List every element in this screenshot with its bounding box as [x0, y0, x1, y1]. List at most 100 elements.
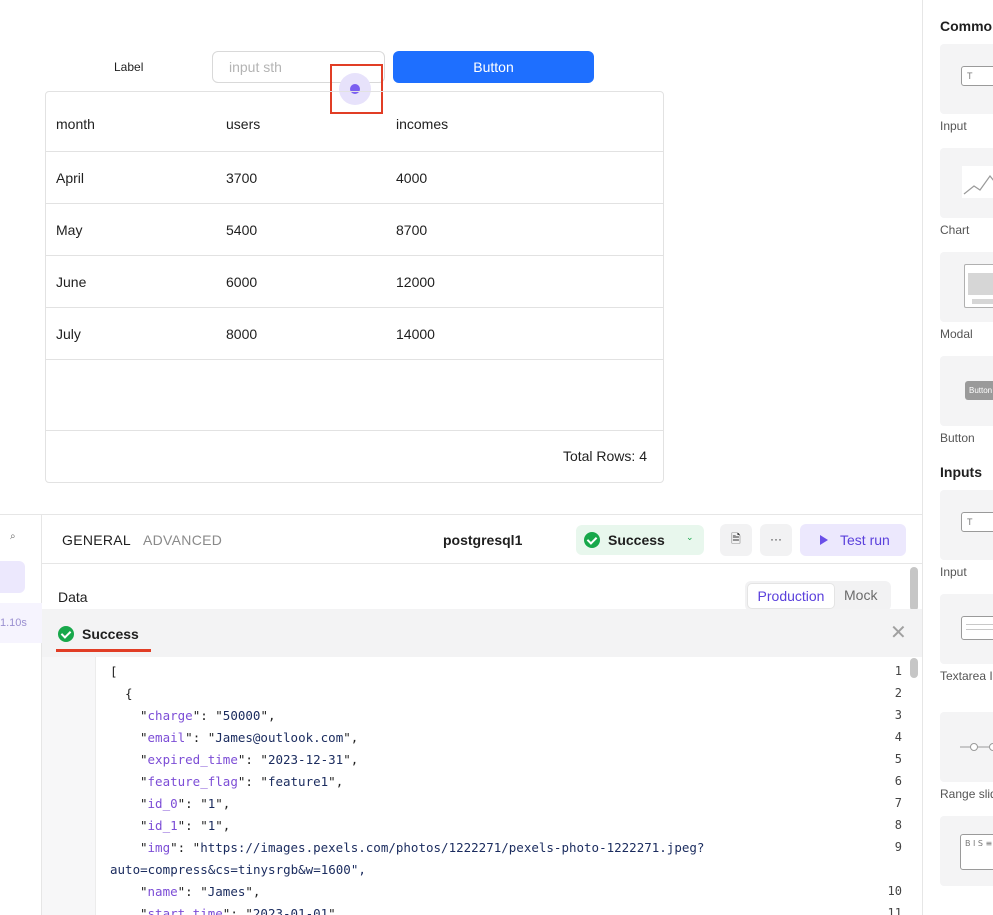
table-row[interactable]: May 5400 8700 [46, 204, 663, 256]
json-key: email [147, 730, 186, 745]
close-icon[interactable]: ✕ [890, 620, 907, 645]
tab-general[interactable]: GENERAL [62, 532, 131, 548]
component-tile-input[interactable]: T [940, 44, 993, 114]
table-cell: 6000 [226, 274, 258, 290]
component-caption: Range slider [940, 787, 993, 801]
scrollbar[interactable] [910, 658, 918, 678]
json-value: 1 [207, 796, 216, 811]
code-line: "name": "James", [140, 884, 261, 899]
component-tile-modal[interactable] [940, 252, 993, 322]
json-value: https://images.pexels.com/photos/1222271… [200, 840, 705, 855]
test-run-label: Test run [840, 532, 890, 548]
input-thumb-icon: T [961, 512, 993, 532]
line-number: 6 [894, 774, 902, 788]
json-value: 2023-01-01 [252, 906, 329, 915]
component-tile-button[interactable]: Button [940, 356, 993, 426]
scrollbar[interactable] [910, 567, 918, 611]
search-icon[interactable]: ⌕ [10, 531, 16, 542]
code-line: "id_0": "1", [140, 796, 231, 811]
json-value: 1 [207, 818, 216, 833]
line-number: 10 [887, 884, 902, 898]
component-tile-rich-text[interactable]: B I S ≡ [940, 816, 993, 886]
env-mock[interactable]: Mock [844, 587, 877, 603]
env-production[interactable]: Production [747, 583, 835, 609]
query-run-time: 1.10s [0, 617, 27, 629]
code-line: "feature_flag": "feature1", [140, 774, 344, 789]
query-toolbar: GENERAL ADVANCED postgresql1 Success ⌄ 🗎… [42, 515, 922, 564]
check-circle-icon [584, 532, 600, 548]
table-row[interactable]: July 8000 14000 [46, 308, 663, 360]
document-icon: 🗎 [731, 532, 741, 546]
json-key: img [147, 840, 171, 855]
code-line-wrap: auto=compress&cs=tinysrgb&w=1600", [110, 862, 366, 877]
line-number: 4 [894, 730, 902, 744]
table-header-row: month users incomes [46, 92, 663, 152]
component-caption: Input [940, 119, 967, 133]
textarea-thumb-icon [961, 616, 993, 640]
json-key: start_time [147, 906, 223, 915]
line-number: 3 [894, 708, 902, 722]
test-run-button[interactable]: Test run [800, 524, 906, 556]
status-label: Success [608, 532, 665, 548]
document-button[interactable]: 🗎 [720, 524, 752, 556]
line-number: 7 [894, 796, 902, 810]
line-number: 5 [894, 752, 902, 766]
code-line: "id_1": "1", [140, 818, 231, 833]
section-header-inputs: Inputs [940, 464, 982, 480]
table-row[interactable]: June 6000 12000 [46, 256, 663, 308]
primary-button[interactable]: Button [393, 51, 594, 83]
component-tile-chart[interactable] [940, 148, 993, 218]
result-header: Success ✕ [42, 609, 922, 657]
component-tile-textarea[interactable] [940, 594, 993, 664]
code-line: [ [110, 664, 118, 679]
query-name[interactable]: postgresql1 [443, 532, 522, 548]
table-row[interactable]: April 3700 4000 [46, 152, 663, 204]
table-footer: Total Rows: 4 [46, 430, 663, 482]
json-value: feature1 [267, 774, 329, 789]
chevron-down-icon: ⌄ [686, 532, 694, 542]
table-cell: June [56, 274, 87, 290]
table-cell: April [56, 170, 85, 186]
json-key: charge [147, 708, 193, 723]
status-underline [56, 649, 151, 652]
result-panel: Success ✕ 1 [ 2 { 3 "charge": "50000", 4… [42, 609, 922, 915]
json-key: name [147, 884, 178, 899]
column-header[interactable]: month [56, 92, 95, 152]
check-circle-icon [58, 626, 74, 642]
json-value: 50000 [222, 708, 261, 723]
line-number: 9 [894, 840, 902, 854]
chart-thumb-icon [962, 166, 993, 198]
more-button[interactable]: ··· [760, 524, 792, 556]
range-slider-thumb-icon [960, 743, 993, 751]
status-dropdown[interactable]: Success ⌄ [576, 525, 704, 555]
column-header[interactable]: users [226, 92, 260, 152]
component-tile-input[interactable]: T [940, 490, 993, 560]
component-caption: Chart [940, 223, 970, 237]
code-line: "start_time": "2023-01-01", [140, 906, 343, 915]
table-cell: 14000 [396, 326, 435, 342]
code-line: { [110, 686, 133, 701]
table-cell: July [56, 326, 81, 342]
column-header[interactable]: incomes [396, 92, 448, 152]
json-viewer: 1 [ 2 { 3 "charge": "50000", 4 "email": … [42, 657, 908, 915]
query-list-item-active[interactable] [0, 561, 25, 593]
json-value: 2023-12-31 [267, 752, 344, 767]
component-caption: Textarea Input [940, 669, 993, 683]
component-caption: Input [940, 565, 967, 579]
environment-toggle: Production Mock [745, 581, 891, 611]
json-key: id_1 [147, 818, 178, 833]
json-key: expired_time [147, 752, 238, 767]
components-panel: Common T Input Chart Modal Button Button… [922, 0, 993, 915]
component-tile-range-slider[interactable] [940, 712, 993, 782]
line-number: 8 [894, 818, 902, 832]
label-component: Label [114, 60, 144, 74]
json-value: James [207, 884, 246, 899]
line-number: 2 [894, 686, 902, 700]
table-cell: 4000 [396, 170, 428, 186]
table-cell: 12000 [396, 274, 435, 290]
button-thumb-icon: Button [965, 381, 993, 400]
line-number: 11 [887, 906, 902, 915]
tab-advanced[interactable]: ADVANCED [143, 532, 222, 548]
table-cell: 5400 [226, 222, 258, 238]
component-caption: Modal [940, 327, 973, 341]
